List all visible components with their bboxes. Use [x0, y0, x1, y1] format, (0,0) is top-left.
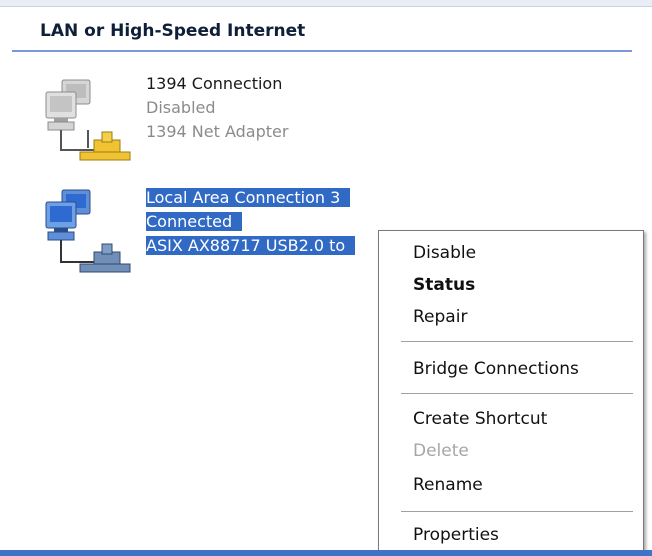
menu-item-status[interactable]: Status [379, 271, 643, 299]
menu-item-properties[interactable]: Properties [379, 521, 643, 549]
connection-text: 1394 Connection Disabled 1394 Net Adapte… [146, 72, 288, 144]
network-connection-icon [45, 189, 131, 273]
menu-item-delete: Delete [413, 441, 469, 461]
menu-item-create-shortcut[interactable]: Create Shortcut [379, 405, 643, 433]
connection-status: Disabled [146, 98, 216, 117]
connection-text: Local Area Connection 3 Connected ASIX A… [146, 186, 356, 258]
connection-status: Connected [146, 212, 243, 231]
connection-adapter: ASIX AX88717 USB2.0 to [146, 236, 356, 255]
context-menu: Disable Status Repair Bridge Connections… [378, 230, 644, 554]
connection-name: Local Area Connection 3 [146, 188, 351, 207]
menu-separator [401, 393, 633, 394]
section-header: LAN or High-Speed Internet [12, 14, 632, 52]
menu-separator [401, 511, 633, 512]
menu-item-rename[interactable]: Rename [379, 471, 643, 499]
connection-name: 1394 Connection [146, 74, 283, 93]
menu-item-repair[interactable]: Repair [379, 303, 643, 331]
section-title: LAN or High-Speed Internet [40, 21, 306, 41]
disabled-network-connection-icon [45, 79, 131, 161]
menu-item-disable[interactable]: Disable [379, 239, 643, 267]
window-bottom-border [0, 550, 652, 556]
menu-separator [401, 341, 633, 342]
window-top-border [0, 0, 652, 7]
connection-adapter: 1394 Net Adapter [146, 122, 289, 141]
menu-item-bridge-connections[interactable]: Bridge Connections [379, 355, 643, 383]
